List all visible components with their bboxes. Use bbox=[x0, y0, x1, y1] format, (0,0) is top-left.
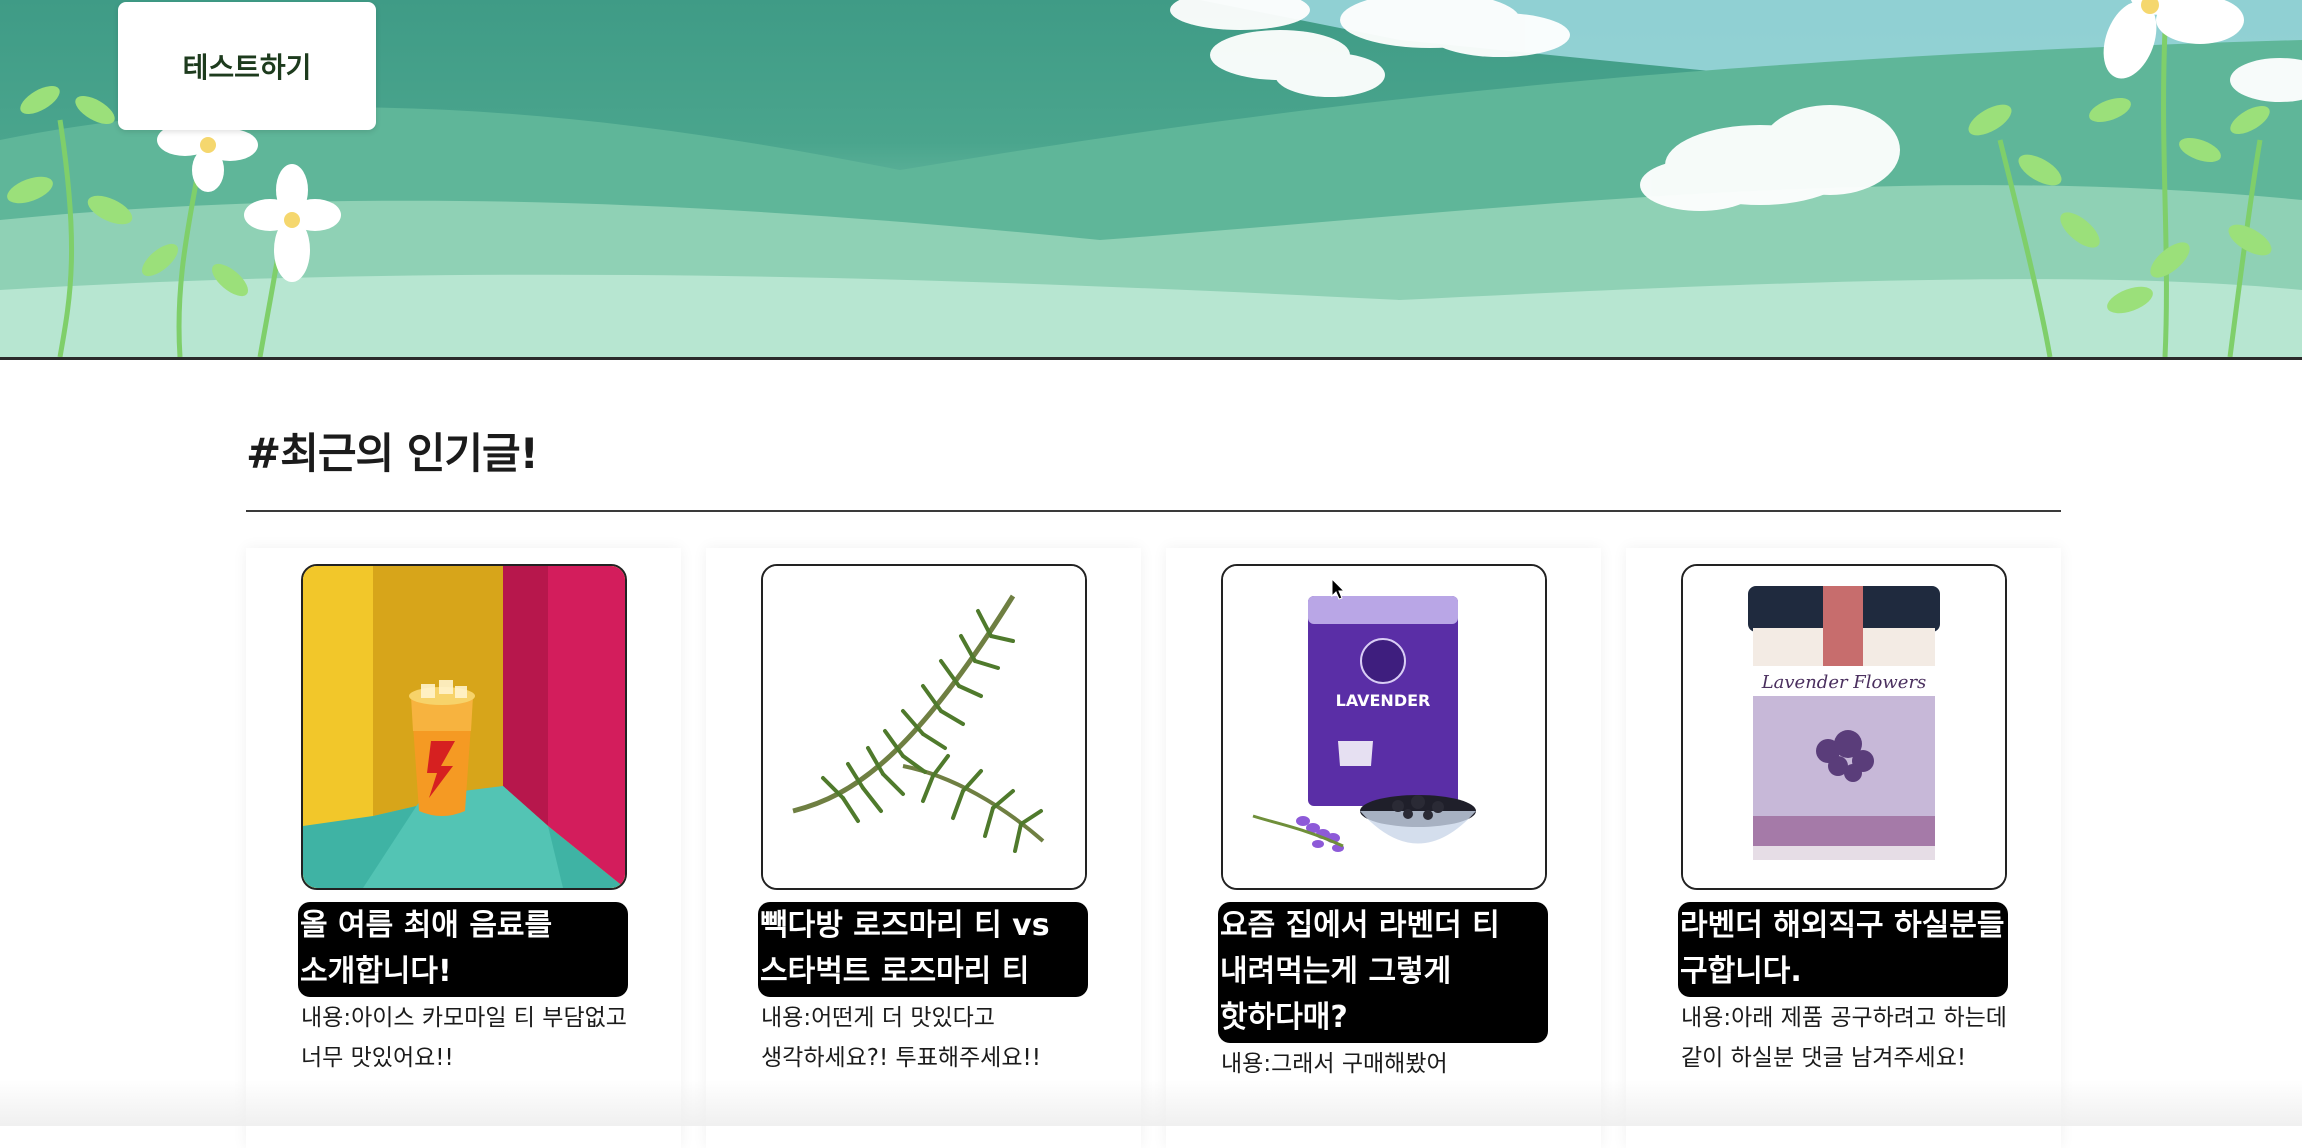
rosemary-image[interactable] bbox=[761, 564, 1087, 890]
card-title[interactable]: 요즘 집에서 라벤더 티 내려먹는게 그렇게 핫하다매? bbox=[1218, 902, 1548, 1043]
hero-banner: 테스트하기 bbox=[0, 0, 2302, 360]
card-title[interactable]: 올 여름 최애 음료를 소개합니다! bbox=[298, 902, 628, 997]
lavender-tea-pack-image[interactable]: LAVENDER bbox=[1221, 564, 1547, 890]
tin-text: Lavender Flowers bbox=[1761, 672, 1927, 693]
post-card[interactable]: LAVENDER 요즘 집에서 라벤더 티 내려먹는게 그렇게 핫하다매? 내용… bbox=[1166, 548, 1601, 1148]
post-card[interactable]: 빽다방 로즈마리 티 vs 스타벅트 로즈마리 티 내용:어떤게 더 맛있다고 … bbox=[706, 548, 1141, 1148]
post-card[interactable]: Lavender Flowers 라벤더 해외직구 하실분들 구합니다. 내용:… bbox=[1626, 548, 2061, 1148]
section-divider bbox=[246, 510, 2061, 512]
iced-drink-image[interactable] bbox=[301, 564, 627, 890]
section-title: #최근의 인기글! bbox=[246, 429, 539, 478]
card-description: 내용:아래 제품 공구하려고 하는데 같이 하실분 댓글 남겨주세요! bbox=[1681, 1005, 2007, 1071]
post-card[interactable]: 올 여름 최애 음료를 소개합니다! 내용:아이스 카모마일 티 부담없고 너무… bbox=[246, 548, 681, 1148]
bottom-fade bbox=[0, 1080, 2302, 1126]
package-text: LAVENDER bbox=[1336, 691, 1431, 710]
mouse-cursor-icon bbox=[1331, 578, 1345, 600]
test-button[interactable]: 테스트하기 bbox=[118, 2, 376, 130]
card-description: 내용:아이스 카모마일 티 부담없고 너무 맛있어요!! bbox=[301, 1005, 627, 1071]
card-description: 내용:그래서 구매해봤어 bbox=[1221, 1051, 1448, 1077]
card-description: 내용:어떤게 더 맛있다고 생각하세요?! 투표해주세요!! bbox=[761, 1005, 1041, 1071]
card-title[interactable]: 라벤더 해외직구 하실분들 구합니다. bbox=[1678, 902, 2008, 997]
card-title[interactable]: 빽다방 로즈마리 티 vs 스타벅트 로즈마리 티 bbox=[758, 902, 1088, 997]
lavender-tea-tin-image[interactable]: Lavender Flowers bbox=[1681, 564, 2007, 890]
